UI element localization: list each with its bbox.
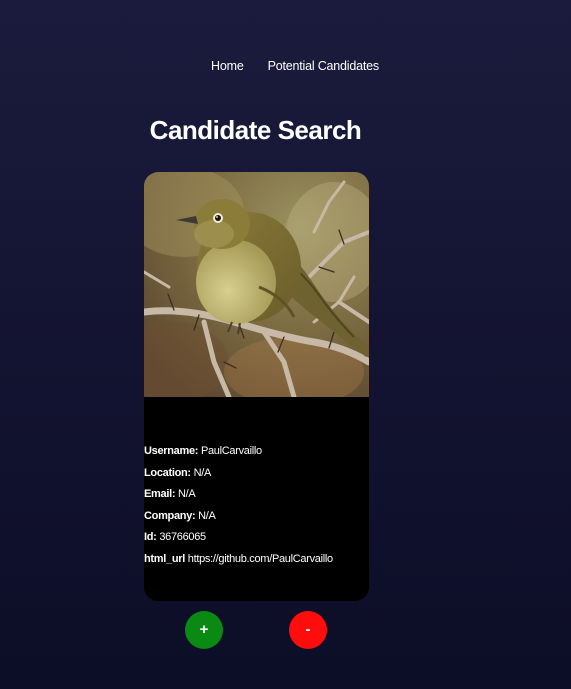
company-value: N/A [198,509,216,522]
nav-home-link[interactable]: Home [211,57,244,75]
location-value: N/A [193,466,212,479]
nav-potential-candidates-link[interactable]: Potential Candidates [268,57,380,75]
email-value: N/A [177,488,196,500]
id-value: 36766065 [159,531,206,543]
username-label: Username: [144,445,199,457]
reject-candidate-button[interactable]: - [289,611,327,649]
id-row: Id: 36766065 [144,527,369,549]
username-row: Username: PaulCarvaillo [144,441,369,463]
company-row: Company: N/A [144,506,369,528]
candidate-avatar [144,172,369,397]
id-label: Id: [144,531,157,543]
html-url-value: https://github.com/PaulCarvaillo [187,552,333,565]
candidate-info: Username: PaulCarvaillo Location: N/A Em… [144,441,369,570]
username-value: PaulCarvaillo [200,445,262,457]
add-candidate-button[interactable]: + [185,611,223,649]
location-label: Location: [144,466,191,479]
location-row: Location: N/A [144,463,369,485]
candidate-card: Username: PaulCarvaillo Location: N/A Em… [144,172,369,601]
main-nav: Home Potential Candidates [0,57,571,75]
email-row: Email: N/A [144,484,369,506]
email-label: Email: [144,488,176,500]
company-label: Company: [144,509,196,522]
html-url-label: html_url [144,552,185,565]
page-title: Candidate Search [149,115,362,145]
html-url-row: html_url https://github.com/PaulCarvaill… [144,549,369,571]
